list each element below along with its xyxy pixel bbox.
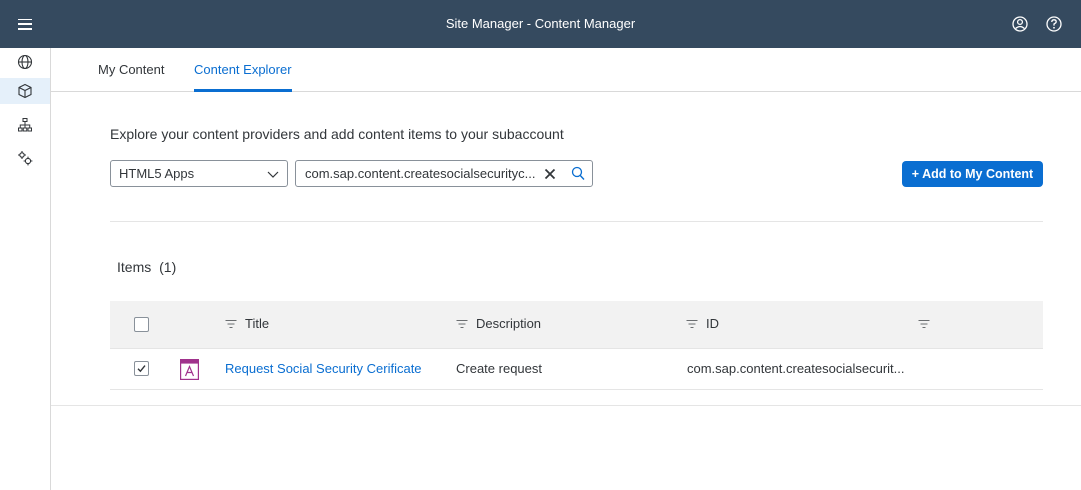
content-footer-divider: [51, 405, 1081, 406]
shell-title: Site Manager - Content Manager: [445, 16, 636, 31]
column-header-id[interactable]: ID: [686, 301, 719, 347]
add-to-my-content-button[interactable]: + Add to My Content: [902, 161, 1043, 187]
nav-item-content[interactable]: [0, 78, 50, 104]
nav-item-structure[interactable]: [0, 112, 50, 138]
column-title-label: Title: [245, 316, 270, 331]
search-input[interactable]: com.sap.content.createsocialsecurityc...: [305, 161, 537, 186]
tab-bar: My Content Content Explorer: [51, 48, 1081, 92]
row-checkbox[interactable]: [134, 361, 149, 376]
row-title-link[interactable]: Request Social Security Cerificate: [225, 349, 422, 389]
cube-icon: [18, 83, 32, 99]
globe-icon: [17, 54, 33, 70]
table-header: Title Description ID: [110, 301, 1043, 349]
sort-filter-icon: [686, 319, 698, 329]
shell-bar: Site Manager - Content Manager: [0, 0, 1081, 48]
search-field[interactable]: com.sap.content.createsocialsecurityc...: [295, 160, 593, 187]
sort-filter-icon: [918, 319, 930, 329]
column-header-title[interactable]: Title: [225, 301, 269, 347]
sort-filter-icon: [456, 319, 468, 329]
items-title: Items: [117, 259, 152, 275]
checkmark-icon: [137, 365, 146, 373]
user-icon[interactable]: [1010, 14, 1030, 34]
sort-filter-icon: [225, 319, 237, 329]
items-count: (1): [159, 259, 177, 275]
select-all-checkbox[interactable]: [134, 317, 149, 332]
clear-icon[interactable]: [543, 167, 557, 181]
nav-item-settings[interactable]: [0, 145, 50, 171]
search-icon[interactable]: [571, 166, 585, 181]
chevron-down-icon: [267, 171, 279, 178]
row-description: Create request: [456, 361, 542, 376]
table-row[interactable]: Request Social Security Cerificate Creat…: [110, 349, 1043, 390]
column-description-label: Description: [476, 316, 542, 331]
tab-content-explorer[interactable]: Content Explorer: [194, 48, 292, 92]
content-provider-value: HTML5 Apps: [119, 166, 195, 181]
column-header-extra[interactable]: [918, 301, 938, 347]
items-heading: Items (1): [117, 259, 176, 275]
nav-item-sites[interactable]: [0, 49, 50, 75]
sitemap-icon: [18, 118, 32, 132]
row-id: com.sap.content.createsocialsecurit...: [687, 361, 905, 376]
intro-text: Explore your content providers and add c…: [110, 126, 564, 142]
content-provider-select[interactable]: HTML5 Apps: [110, 160, 288, 187]
settings-icon: [18, 151, 33, 166]
help-icon[interactable]: [1044, 14, 1064, 34]
items-table: Title Description ID Request Social Secu…: [110, 301, 1043, 390]
tab-my-content[interactable]: My Content: [98, 48, 164, 92]
side-navigation: [0, 48, 51, 490]
column-header-description[interactable]: Description: [456, 301, 541, 347]
column-id-label: ID: [706, 316, 719, 331]
app-icon: [180, 359, 199, 380]
divider: [110, 221, 1043, 222]
